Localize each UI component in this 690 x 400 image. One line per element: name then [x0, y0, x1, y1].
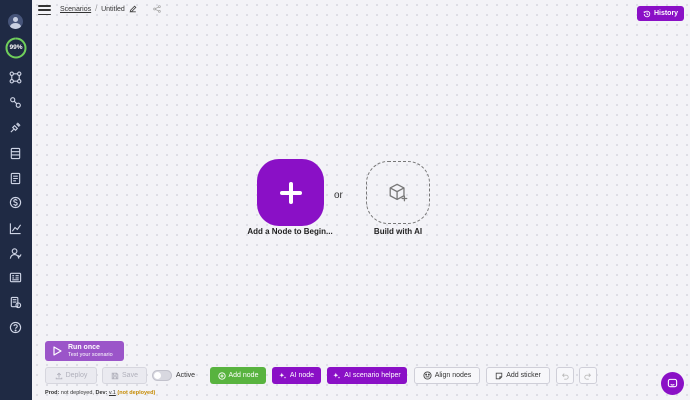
history-button[interactable]: History	[637, 6, 684, 21]
undo-icon	[561, 372, 569, 380]
chat-button[interactable]	[661, 372, 684, 395]
dev-version-link[interactable]: v.1	[109, 390, 116, 396]
add-first-node-button[interactable]	[257, 159, 324, 226]
redo-icon	[584, 372, 592, 380]
help-icon[interactable]	[8, 320, 23, 335]
ai-box-icon	[389, 183, 408, 201]
share-icon[interactable]	[153, 4, 161, 15]
build-with-ai-button[interactable]	[366, 161, 430, 224]
run-once-label: Run once	[68, 344, 100, 352]
build-with-ai-label: Build with AI	[373, 227, 423, 236]
usage-progress-label: 99%	[9, 44, 23, 51]
sparkle-icon	[333, 372, 341, 379]
deployment-status: Prod: not deployed, Dev: v.1 (not deploy…	[45, 390, 155, 396]
add-node-button[interactable]: Add node	[210, 367, 266, 384]
usage-progress-ring[interactable]: 99%	[5, 37, 27, 59]
sparkle-icon	[279, 372, 287, 379]
prod-status: not deployed,	[60, 390, 94, 396]
history-label: History	[653, 10, 679, 17]
ai-node-button[interactable]: AI node	[272, 367, 321, 384]
prod-label: Prod:	[45, 390, 60, 396]
plugin-icon[interactable]	[8, 120, 23, 135]
connections-icon[interactable]	[8, 95, 23, 110]
add-first-node-label: Add a Node to Begin...	[247, 227, 333, 236]
analytics-icon[interactable]	[8, 221, 23, 236]
dev-label: Dev:	[95, 390, 108, 396]
align-nodes-button[interactable]: Align nodes	[414, 367, 480, 384]
dev-status: (not deployed)	[117, 390, 156, 396]
menu-icon[interactable]	[38, 5, 51, 15]
ai-scenario-helper-label: AI scenario helper	[344, 372, 401, 379]
templates-icon[interactable]	[8, 171, 23, 186]
coins-icon[interactable]	[8, 295, 23, 310]
breadcrumb: Scenarios / Untitled	[60, 4, 161, 15]
nodes-icon[interactable]	[8, 70, 23, 85]
ai-scenario-helper-button[interactable]: AI scenario helper	[327, 367, 407, 384]
add-sticker-button[interactable]: Add sticker	[486, 367, 550, 384]
scenario-canvas[interactable]	[32, 0, 690, 400]
team-icon[interactable]	[8, 246, 23, 261]
scenario-title[interactable]: Untitled	[101, 6, 125, 13]
sidebar: 99%	[0, 0, 32, 400]
play-icon	[53, 346, 62, 356]
breadcrumb-separator: /	[95, 6, 98, 13]
chat-icon	[667, 378, 678, 388]
deploy-button[interactable]: Deploy	[45, 367, 97, 384]
sticker-icon	[495, 372, 503, 379]
datastore-icon[interactable]	[8, 146, 23, 161]
run-once-subtitle: Test your scenario	[68, 351, 113, 358]
add-node-label: Add node	[228, 372, 259, 379]
active-toggle[interactable]	[152, 370, 172, 381]
redo-button[interactable]	[579, 367, 597, 384]
list-icon[interactable]	[8, 270, 23, 285]
align-icon	[423, 371, 432, 380]
upload-icon	[55, 372, 62, 379]
billing-icon[interactable]	[8, 195, 23, 210]
run-once-button[interactable]: Run once Test your scenario	[45, 341, 124, 361]
deploy-label: Deploy	[65, 372, 88, 379]
save-label: Save	[122, 372, 138, 379]
history-icon	[643, 10, 651, 17]
or-divider-text: or	[334, 190, 343, 201]
undo-button[interactable]	[556, 367, 574, 384]
save-icon	[111, 372, 119, 379]
save-button[interactable]: Save	[102, 367, 147, 384]
add-sticker-label: Add sticker	[506, 372, 541, 379]
active-label: Active	[176, 372, 196, 379]
plus-icon	[279, 181, 302, 204]
align-nodes-label: Align nodes	[434, 372, 472, 379]
avatar[interactable]	[8, 14, 23, 29]
breadcrumb-scenarios-link[interactable]: Scenarios	[60, 6, 91, 13]
edit-title-icon[interactable]	[129, 5, 137, 15]
ai-node-label: AI node	[289, 372, 315, 379]
add-circle-icon	[217, 371, 226, 380]
